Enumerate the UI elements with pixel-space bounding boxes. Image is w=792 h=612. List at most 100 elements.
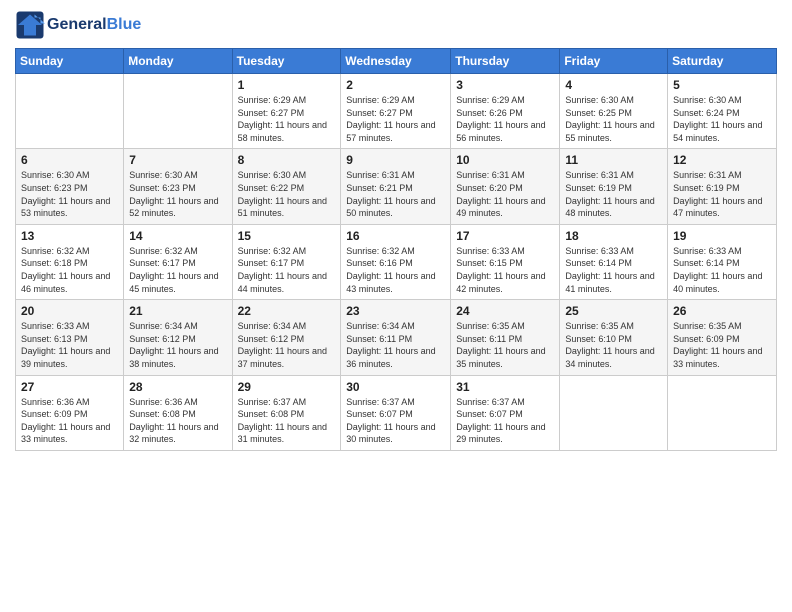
day-info: Sunrise: 6:31 AMSunset: 6:20 PMDaylight:… bbox=[456, 169, 554, 219]
calendar-cell: 29Sunrise: 6:37 AMSunset: 6:08 PMDayligh… bbox=[232, 375, 341, 450]
day-info: Sunrise: 6:31 AMSunset: 6:19 PMDaylight:… bbox=[673, 169, 771, 219]
day-info: Sunrise: 6:31 AMSunset: 6:21 PMDaylight:… bbox=[346, 169, 445, 219]
day-number: 20 bbox=[21, 304, 118, 318]
day-number: 27 bbox=[21, 380, 118, 394]
day-number: 7 bbox=[129, 153, 226, 167]
calendar-cell: 4Sunrise: 6:30 AMSunset: 6:25 PMDaylight… bbox=[560, 74, 668, 149]
calendar-cell: 11Sunrise: 6:31 AMSunset: 6:19 PMDayligh… bbox=[560, 149, 668, 224]
day-header-sunday: Sunday bbox=[16, 49, 124, 74]
day-info: Sunrise: 6:32 AMSunset: 6:16 PMDaylight:… bbox=[346, 245, 445, 295]
day-number: 2 bbox=[346, 78, 445, 92]
day-number: 28 bbox=[129, 380, 226, 394]
calendar-cell: 23Sunrise: 6:34 AMSunset: 6:11 PMDayligh… bbox=[341, 300, 451, 375]
day-info: Sunrise: 6:30 AMSunset: 6:23 PMDaylight:… bbox=[21, 169, 118, 219]
calendar-cell bbox=[560, 375, 668, 450]
day-number: 1 bbox=[238, 78, 336, 92]
day-number: 4 bbox=[565, 78, 662, 92]
day-number: 8 bbox=[238, 153, 336, 167]
day-header-wednesday: Wednesday bbox=[341, 49, 451, 74]
calendar-cell: 7 Sunrise: 6:30 AMSunset: 6:23 PMDaylight… bbox=[124, 149, 232, 224]
calendar-cell: 30 Sunrise: 6:37 AMSunset: 6:07 PMDayligh… bbox=[341, 375, 451, 450]
day-info: Sunrise: 6:36 AMSunset: 6:09 PMDaylight:… bbox=[21, 396, 118, 446]
week-row-4: 20 Sunrise: 6:33 AMSunset: 6:13 PMDayligh… bbox=[16, 300, 777, 375]
calendar: SundayMondayTuesdayWednesdayThursdayFrid… bbox=[15, 48, 777, 451]
day-number: 14 bbox=[129, 229, 226, 243]
day-info: Sunrise: 6:35 AMSunset: 6:11 PMDaylight:… bbox=[456, 320, 554, 370]
days-header-row: SundayMondayTuesdayWednesdayThursdayFrid… bbox=[16, 49, 777, 74]
day-info: Sunrise: 6:37 AMSunset: 6:08 PMDaylight:… bbox=[238, 396, 336, 446]
day-number: 10 bbox=[456, 153, 554, 167]
calendar-cell: 14 Sunrise: 6:32 AMSunset: 6:17 PMDayligh… bbox=[124, 224, 232, 299]
day-number: 25 bbox=[565, 304, 662, 318]
day-info: Sunrise: 6:33 AMSunset: 6:14 PMDaylight:… bbox=[673, 245, 771, 295]
day-number: 23 bbox=[346, 304, 445, 318]
day-info: Sunrise: 6:30 AMSunset: 6:23 PMDaylight:… bbox=[129, 169, 226, 219]
logo-text: GeneralBlue bbox=[47, 16, 141, 34]
day-header-saturday: Saturday bbox=[668, 49, 777, 74]
day-header-tuesday: Tuesday bbox=[232, 49, 341, 74]
calendar-cell: 3Sunrise: 6:29 AMSunset: 6:26 PMDaylight… bbox=[451, 74, 560, 149]
calendar-cell bbox=[16, 74, 124, 149]
day-info: Sunrise: 6:33 AMSunset: 6:13 PMDaylight:… bbox=[21, 320, 118, 370]
day-number: 24 bbox=[456, 304, 554, 318]
calendar-cell: 20 Sunrise: 6:33 AMSunset: 6:13 PMDayligh… bbox=[16, 300, 124, 375]
day-info: Sunrise: 6:29 AMSunset: 6:27 PMDaylight:… bbox=[238, 94, 336, 144]
day-info: Sunrise: 6:37 AMSunset: 6:07 PMDaylight:… bbox=[346, 396, 445, 446]
week-row-5: 27 Sunrise: 6:36 AMSunset: 6:09 PMDayligh… bbox=[16, 375, 777, 450]
day-number: 9 bbox=[346, 153, 445, 167]
calendar-cell: 10 Sunrise: 6:31 AMSunset: 6:20 PMDayligh… bbox=[451, 149, 560, 224]
week-row-1: 1 Sunrise: 6:29 AMSunset: 6:27 PMDaylight… bbox=[16, 74, 777, 149]
day-info: Sunrise: 6:31 AMSunset: 6:19 PMDaylight:… bbox=[565, 169, 662, 219]
calendar-cell: 19 Sunrise: 6:33 AMSunset: 6:14 PMDayligh… bbox=[668, 224, 777, 299]
day-number: 16 bbox=[346, 229, 445, 243]
day-number: 30 bbox=[346, 380, 445, 394]
day-number: 26 bbox=[673, 304, 771, 318]
logo-area: GeneralBlue bbox=[15, 10, 141, 40]
calendar-cell: 6 Sunrise: 6:30 AMSunset: 6:23 PMDaylight… bbox=[16, 149, 124, 224]
day-number: 21 bbox=[129, 304, 226, 318]
day-info: Sunrise: 6:35 AMSunset: 6:10 PMDaylight:… bbox=[565, 320, 662, 370]
header: GeneralBlue bbox=[15, 10, 777, 40]
calendar-cell: 17Sunrise: 6:33 AMSunset: 6:15 PMDayligh… bbox=[451, 224, 560, 299]
week-row-3: 13 Sunrise: 6:32 AMSunset: 6:18 PMDayligh… bbox=[16, 224, 777, 299]
day-number: 12 bbox=[673, 153, 771, 167]
calendar-cell bbox=[124, 74, 232, 149]
day-number: 15 bbox=[238, 229, 336, 243]
day-number: 31 bbox=[456, 380, 554, 394]
calendar-cell bbox=[668, 375, 777, 450]
calendar-cell: 2 Sunrise: 6:29 AMSunset: 6:27 PMDaylight… bbox=[341, 74, 451, 149]
calendar-body: 1 Sunrise: 6:29 AMSunset: 6:27 PMDaylight… bbox=[16, 74, 777, 451]
day-number: 5 bbox=[673, 78, 771, 92]
day-number: 19 bbox=[673, 229, 771, 243]
day-number: 13 bbox=[21, 229, 118, 243]
calendar-cell: 31 Sunrise: 6:37 AMSunset: 6:07 PMDayligh… bbox=[451, 375, 560, 450]
calendar-cell: 28 Sunrise: 6:36 AMSunset: 6:08 PMDayligh… bbox=[124, 375, 232, 450]
day-number: 6 bbox=[21, 153, 118, 167]
day-info: Sunrise: 6:32 AMSunset: 6:18 PMDaylight:… bbox=[21, 245, 118, 295]
day-info: Sunrise: 6:34 AMSunset: 6:12 PMDaylight:… bbox=[238, 320, 336, 370]
day-info: Sunrise: 6:36 AMSunset: 6:08 PMDaylight:… bbox=[129, 396, 226, 446]
day-number: 17 bbox=[456, 229, 554, 243]
day-info: Sunrise: 6:32 AMSunset: 6:17 PMDaylight:… bbox=[129, 245, 226, 295]
day-info: Sunrise: 6:34 AMSunset: 6:12 PMDaylight:… bbox=[129, 320, 226, 370]
calendar-cell: 15 Sunrise: 6:32 AMSunset: 6:17 PMDayligh… bbox=[232, 224, 341, 299]
calendar-cell: 25 Sunrise: 6:35 AMSunset: 6:10 PMDayligh… bbox=[560, 300, 668, 375]
calendar-cell: 27 Sunrise: 6:36 AMSunset: 6:09 PMDayligh… bbox=[16, 375, 124, 450]
day-info: Sunrise: 6:35 AMSunset: 6:09 PMDaylight:… bbox=[673, 320, 771, 370]
day-number: 18 bbox=[565, 229, 662, 243]
day-header-friday: Friday bbox=[560, 49, 668, 74]
calendar-cell: 5Sunrise: 6:30 AMSunset: 6:24 PMDaylight… bbox=[668, 74, 777, 149]
page: GeneralBlue SundayMondayTuesdayWednesday… bbox=[0, 0, 792, 612]
day-info: Sunrise: 6:29 AMSunset: 6:27 PMDaylight:… bbox=[346, 94, 445, 144]
day-info: Sunrise: 6:30 AMSunset: 6:22 PMDaylight:… bbox=[238, 169, 336, 219]
day-info: Sunrise: 6:32 AMSunset: 6:17 PMDaylight:… bbox=[238, 245, 336, 295]
calendar-header: SundayMondayTuesdayWednesdayThursdayFrid… bbox=[16, 49, 777, 74]
calendar-cell: 24 Sunrise: 6:35 AMSunset: 6:11 PMDayligh… bbox=[451, 300, 560, 375]
day-number: 3 bbox=[456, 78, 554, 92]
calendar-cell: 18Sunrise: 6:33 AMSunset: 6:14 PMDayligh… bbox=[560, 224, 668, 299]
calendar-cell: 9 Sunrise: 6:31 AMSunset: 6:21 PMDaylight… bbox=[341, 149, 451, 224]
logo-icon bbox=[15, 10, 45, 40]
calendar-cell: 16 Sunrise: 6:32 AMSunset: 6:16 PMDayligh… bbox=[341, 224, 451, 299]
day-info: Sunrise: 6:37 AMSunset: 6:07 PMDaylight:… bbox=[456, 396, 554, 446]
calendar-cell: 12 Sunrise: 6:31 AMSunset: 6:19 PMDayligh… bbox=[668, 149, 777, 224]
